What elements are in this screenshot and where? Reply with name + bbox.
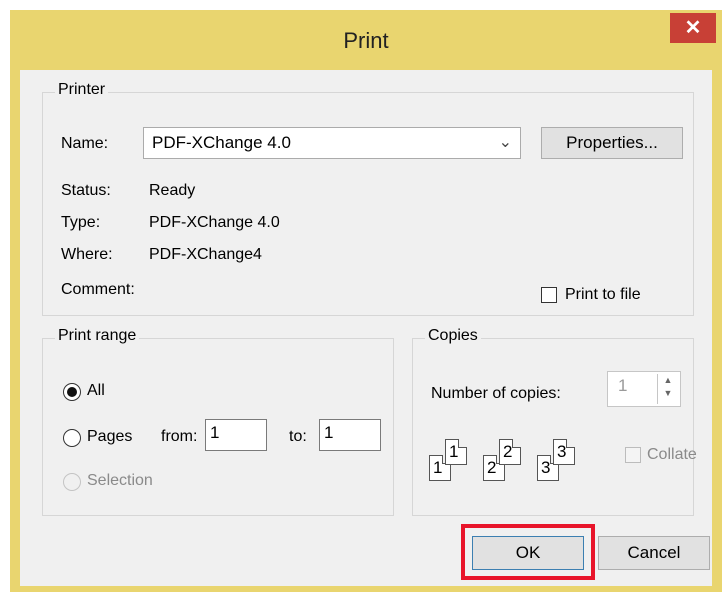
to-label: to: (289, 428, 307, 445)
where-label: Where: (61, 246, 113, 263)
selection-label[interactable]: Selection (87, 472, 153, 490)
dialog-body: Printer Name: PDF-XChange 4.0 ⌄ Properti… (20, 70, 712, 586)
print-dialog: Print ✕ Printer Name: PDF-XChange 4.0 ⌄ … (10, 10, 722, 592)
page-icon: 3 (553, 439, 575, 465)
status-label: Status: (61, 182, 111, 199)
comment-label: Comment: (61, 281, 135, 298)
selection-radio[interactable] (63, 473, 81, 491)
printer-name-select[interactable]: PDF-XChange 4.0 ⌄ (143, 127, 521, 159)
all-radio[interactable] (63, 383, 81, 401)
spin-arrows-icon[interactable]: ▲ ▼ (657, 374, 678, 404)
page-icon: 2 (499, 439, 521, 465)
type-label: Type: (61, 214, 101, 231)
collate-label[interactable]: Collate (647, 446, 697, 464)
print-range-group: Print range All Pages from: 1 to: 1 Sele… (42, 327, 394, 516)
print-to-file-checkbox[interactable] (541, 287, 557, 303)
cancel-button[interactable]: Cancel (598, 536, 710, 570)
dialog-title: Print (343, 28, 389, 53)
type-value: PDF-XChange 4.0 (149, 214, 280, 231)
number-of-copies-label: Number of copies: (431, 385, 561, 402)
number-of-copies-stepper[interactable]: 1 ▲ ▼ (607, 371, 681, 407)
printer-group: Printer Name: PDF-XChange 4.0 ⌄ Properti… (42, 81, 694, 316)
pages-label[interactable]: Pages (87, 428, 132, 446)
print-to-file-label[interactable]: Print to file (565, 286, 641, 304)
pages-radio[interactable] (63, 429, 81, 447)
ok-button[interactable]: OK (472, 536, 584, 570)
title-bar: Print ✕ (10, 10, 722, 70)
chevron-down-icon: ⌄ (498, 134, 512, 151)
collate-icon: 1 1 2 2 3 3 (429, 431, 589, 491)
copies-group: Copies Number of copies: 1 ▲ ▼ 1 1 2 2 3 … (412, 327, 697, 516)
where-value: PDF-XChange4 (149, 246, 262, 263)
printer-group-label: Printer (55, 81, 109, 99)
from-input[interactable]: 1 (205, 419, 267, 451)
close-icon[interactable]: ✕ (670, 13, 716, 43)
properties-button[interactable]: Properties... (541, 127, 683, 159)
collate-checkbox[interactable] (625, 447, 641, 463)
printer-name-value: PDF-XChange 4.0 (152, 133, 291, 152)
to-input[interactable]: 1 (319, 419, 381, 451)
print-range-group-label: Print range (55, 327, 140, 345)
page-icon: 1 (445, 439, 467, 465)
status-value: Ready (149, 182, 196, 199)
from-label: from: (161, 428, 198, 445)
copies-group-label: Copies (425, 327, 481, 345)
name-label: Name: (61, 135, 109, 152)
number-of-copies-value: 1 (618, 376, 628, 395)
all-label[interactable]: All (87, 382, 105, 400)
